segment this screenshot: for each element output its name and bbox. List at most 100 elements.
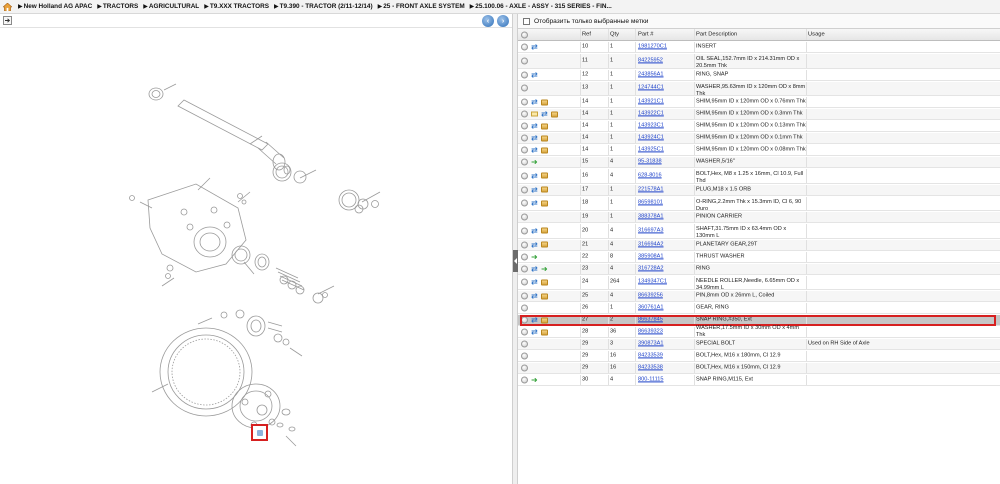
part-number-link[interactable]: 86637845 [638,316,696,323]
breadcrumb-item[interactable]: ▶AGRICULTURAL [143,3,199,10]
package-icon[interactable] [541,241,548,248]
info-circle-icon[interactable] [521,172,528,180]
info-circle-icon[interactable] [521,158,528,166]
info-circle-icon[interactable] [521,199,528,207]
part-number-link[interactable]: 86598101 [638,200,696,207]
replace-arrow-icon[interactable]: ⇄ [531,186,538,194]
package-icon[interactable] [551,111,558,117]
table-row[interactable]: ➜ 30 4 800-11115 SNAP RING,M115, Ext [518,375,1000,386]
part-number-link[interactable]: 221578A1 [638,186,696,193]
table-row[interactable]: ⇄ 17 1 221578A1 PLUG,M18 x 1.5 ORB [518,184,1000,196]
green-arrow-icon[interactable]: ➜ [531,158,538,166]
part-number-link[interactable]: 124744C1 [638,85,696,92]
info-circle-icon[interactable] [521,328,528,336]
table-row[interactable]: ⇄ 24 264 1349347C1 NEEDLE ROLLER,Needle, 6.6… [518,275,1000,291]
replace-arrow-icon[interactable]: ⇄ [531,199,538,207]
table-row[interactable]: ⇄ 10 1 1981270C1 INSERT [518,42,1000,53]
green-arrow-icon[interactable]: ➜ [531,376,538,384]
info-circle-icon[interactable] [521,186,528,193]
table-row[interactable]: ⇄ 14 1 143922C1 SHIM,95mm ID x 120mm OD x 0.… [518,109,1000,120]
part-number-link[interactable]: 143924C1 [638,134,696,141]
package-icon[interactable] [541,135,548,141]
part-number-link[interactable]: 316694A2 [638,241,696,248]
home-icon[interactable] [3,2,12,11]
part-number-link[interactable]: 84233539 [638,352,696,359]
info-circle-icon[interactable] [521,340,528,348]
table-row[interactable]: 29 3 390873A1 SPECIAL BOLT Used on RH Side o… [518,339,1000,350]
table-row[interactable]: ⇄ 14 1 143921C1 SHIM,95mm ID x 120mm OD x 0.… [518,97,1000,108]
replace-arrow-icon[interactable]: ⇄ [531,122,538,130]
info-circle-icon[interactable] [521,122,528,130]
info-circle-icon[interactable] [521,278,528,286]
info-circle-icon[interactable] [521,304,528,312]
replace-arrow-icon[interactable]: ⇄ [531,134,538,142]
part-number-link[interactable]: 385908A1 [638,253,696,260]
part-number-link[interactable]: 143922C1 [638,110,696,117]
part-number-link[interactable]: 388378A1 [638,213,696,220]
info-circle-icon[interactable] [521,134,528,142]
part-number-link[interactable]: 316697A3 [638,227,696,234]
part-number-link[interactable]: 1349347C1 [638,279,696,286]
info-circle-icon[interactable] [521,71,528,78]
part-number-link[interactable]: 390873A1 [638,340,696,347]
part-number-link[interactable]: 1981270C1 [638,43,696,50]
green-arrow-icon[interactable]: ➜ [531,253,538,261]
package-icon[interactable] [541,99,548,105]
part-number-link[interactable]: 143925C1 [638,146,696,153]
replace-arrow-icon[interactable]: ⇄ [531,292,538,300]
package-icon[interactable] [541,317,548,323]
next-page-button[interactable]: › [497,15,509,27]
table-row[interactable]: ⇄ 14 1 143923C1 SHIM,95mm ID x 120mm OD x 0.… [518,121,1000,132]
info-circle-icon[interactable] [521,43,528,51]
part-number-link[interactable]: 316728A2 [638,265,696,272]
replace-arrow-icon[interactable]: ⇄ [531,278,538,286]
breadcrumb-item[interactable]: ▶25 - FRONT AXLE SYSTEM [378,3,465,10]
info-circle-icon[interactable] [521,253,528,260]
part-number-link[interactable]: 86639323 [638,328,696,335]
show-selected-only-checkbox[interactable] [523,17,530,25]
part-number-link[interactable]: 800-11115 [638,376,696,383]
info-circle-icon[interactable] [521,84,528,92]
table-row[interactable]: ➜ 22 8 385908A1 THRUST WASHER [518,251,1000,263]
replace-arrow-icon[interactable]: ⇄ [531,172,538,180]
info-circle-icon[interactable] [521,316,528,324]
replace-arrow-icon[interactable]: ⇄ [531,71,538,79]
table-row[interactable]: ⇄ 18 1 86598101 O-RING,2.2mm Thk x 15.3mm ID… [518,196,1000,212]
table-row[interactable]: 26 1 360761A1 GEAR, RING [518,303,1000,314]
table-row[interactable]: ⇄ ➜ 23 4 316728A2 RING [518,263,1000,275]
package-icon[interactable] [541,200,548,207]
diagram-callout-selected[interactable] [251,424,268,441]
col-header-qty[interactable]: Qty [610,31,635,38]
part-number-link[interactable]: 95-31838 [638,158,696,165]
breadcrumb-item[interactable]: ▶T9.XXX TRACTORS [204,3,269,10]
green-arrow-icon[interactable]: ➜ [541,265,548,273]
table-row[interactable]: 29 16 84233538 BOLT,Hex, M16 x 150mm, Cl 12… [518,363,1000,374]
replace-arrow-icon[interactable]: ⇄ [531,241,538,249]
info-circle-icon[interactable] [521,265,528,272]
package-icon[interactable] [541,147,548,153]
table-row[interactable]: ⇄ 12 1 243856A1 RING, SNAP [518,69,1000,81]
package-icon[interactable] [541,186,548,193]
table-row[interactable]: 13 1 124744C1 WASHER,95.63mm ID x 120mm OD … [518,81,1000,97]
table-row[interactable]: ➜ 15 4 95-31838 WASHER,5/16" [518,157,1000,168]
part-number-link[interactable]: 360761A1 [638,304,696,311]
package-icon[interactable] [541,123,548,129]
table-row[interactable]: ⇄ 20 4 316697A3 SHAFT,31.75mm ID x 63.4mm OD… [518,224,1000,239]
breadcrumb-item[interactable]: ▶TRACTORS [97,3,138,10]
table-row[interactable]: ⇄ 16 4 628-8016 BOLT,Hex, M8 x 1.25 x 16mm, … [518,169,1000,184]
select-all-icon[interactable] [521,31,528,38]
replace-arrow-icon[interactable]: ⇄ [531,265,538,273]
replace-arrow-icon[interactable]: ⇄ [531,328,538,336]
info-circle-icon[interactable] [521,57,528,65]
part-number-link[interactable]: 143923C1 [638,122,696,129]
part-number-link[interactable]: 628-8016 [638,172,696,179]
prev-page-button[interactable]: ‹ [482,15,494,27]
replace-arrow-icon[interactable]: ⇄ [531,43,538,51]
table-row[interactable]: ⇄ 21 4 316694A2 PLANETARY GEAR,29T [518,239,1000,251]
table-row[interactable]: 11 1 84225952 OIL SEAL,152.7mm ID x 214.31m… [518,54,1000,69]
info-circle-icon[interactable] [521,98,528,106]
replace-arrow-icon[interactable]: ⇄ [531,227,538,235]
replace-arrow-icon[interactable]: ⇄ [541,110,548,118]
info-circle-icon[interactable] [521,227,528,235]
replace-arrow-icon[interactable]: ⇄ [531,98,538,106]
